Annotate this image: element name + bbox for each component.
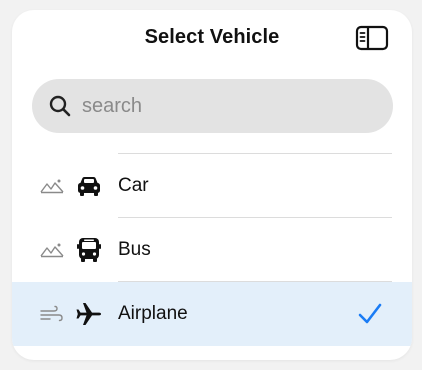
airplane-icon [76, 303, 101, 325]
vehicle-label: Airplane [118, 303, 188, 324]
search-input[interactable] [82, 79, 372, 133]
vehicle-row-bus[interactable]: Bus [12, 218, 412, 282]
bus-icon [77, 238, 101, 262]
mountains-icon [40, 243, 64, 258]
sidebar-toggle-button[interactable] [355, 24, 389, 52]
vehicle-label: Car [118, 175, 149, 196]
mountains-icon [40, 179, 64, 194]
checkmark-icon [358, 303, 382, 324]
search-field[interactable] [32, 79, 393, 133]
header: Select Vehicle [12, 10, 412, 66]
sidebar-left-icon [355, 25, 389, 51]
wind-icon [40, 305, 63, 322]
magnifying-glass-icon [49, 95, 71, 117]
vehicle-picker-panel: Select Vehicle search Car Bus Airplane [12, 10, 412, 360]
vehicle-row-airplane[interactable]: Airplane [12, 282, 412, 346]
car-icon [78, 177, 100, 196]
page-title: Select Vehicle [144, 26, 280, 48]
vehicle-row-car[interactable]: Car [12, 154, 412, 218]
vehicle-label: Bus [118, 239, 151, 260]
